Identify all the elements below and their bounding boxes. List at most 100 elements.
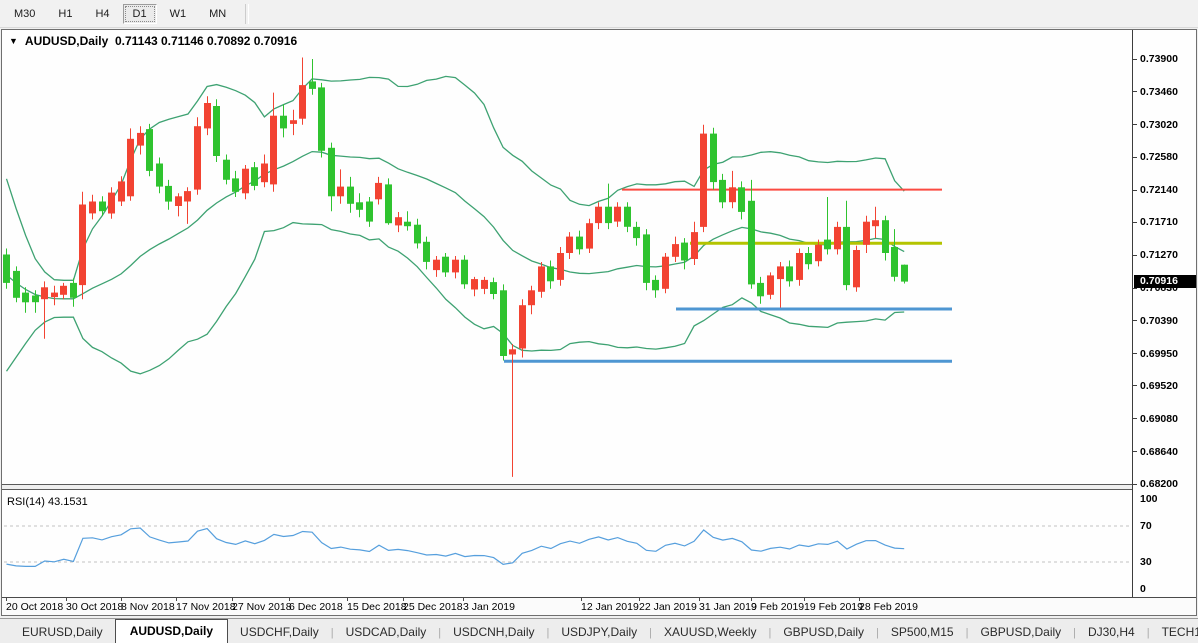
candle-body — [318, 87, 325, 150]
symbol-tab-dj30[interactable]: DJ30,H4 — [1076, 621, 1147, 643]
candle-body — [270, 116, 277, 185]
candle-body — [366, 202, 373, 222]
candle-body — [815, 245, 822, 261]
candle-body — [395, 217, 402, 225]
price-tick-mark — [1133, 320, 1137, 321]
candle-body — [719, 180, 726, 202]
rsi-indicator-label: RSI(14) 43.1531 — [7, 496, 88, 508]
candle-body — [261, 164, 268, 183]
date-tick-label: 20 Oct 2018 — [6, 601, 63, 613]
candle-body — [547, 266, 554, 281]
price-tick-mark — [1133, 59, 1137, 60]
timeframe-button-m30[interactable]: M30 — [4, 4, 45, 24]
candle-body — [299, 85, 306, 119]
candle-body — [79, 205, 86, 286]
price-tick-mark — [1133, 157, 1137, 158]
candle-body — [729, 187, 736, 202]
candle-body — [872, 220, 879, 226]
price-axis[interactable]: 0.739000.734600.730200.725800.721400.717… — [1132, 30, 1196, 597]
price-tick-mark — [1133, 124, 1137, 125]
candle-body — [805, 253, 812, 264]
candle-body — [605, 207, 612, 223]
candle-body — [796, 253, 803, 280]
candle-body — [471, 279, 478, 289]
price-tick-mark — [1133, 255, 1137, 256]
symbol-tab-gbpusd[interactable]: GBPUSD,Daily — [968, 621, 1073, 643]
candle-body — [891, 247, 898, 277]
timeframe-button-w1[interactable]: W1 — [160, 4, 197, 24]
price-tick-label: 0.72140 — [1140, 184, 1178, 196]
price-tick-label: 0.68640 — [1140, 446, 1178, 458]
symbol-name: AUDUSD,Daily — [25, 34, 108, 48]
price-tick-mark — [1133, 418, 1137, 419]
price-tick-mark — [1133, 222, 1137, 223]
candle-body — [127, 139, 134, 197]
candle-body — [70, 283, 77, 298]
date-tick-label: 19 Feb 2019 — [804, 601, 863, 613]
candle-body — [385, 184, 392, 223]
price-tick-label: 0.69950 — [1140, 348, 1178, 360]
candle-body — [652, 280, 659, 290]
candle-body — [232, 178, 239, 191]
symbol-tab-eurusd[interactable]: EURUSD,Daily — [10, 621, 115, 643]
candle-body — [595, 207, 602, 223]
candle-body — [662, 257, 669, 289]
timeframe-button-h1[interactable]: H1 — [48, 4, 82, 24]
symbol-dropdown-icon[interactable]: ▼ — [9, 36, 18, 46]
candle-body — [853, 250, 860, 287]
price-tick-mark — [1133, 353, 1137, 354]
price-tick-label: 0.73900 — [1140, 53, 1178, 65]
candle-body — [32, 296, 39, 303]
candle-body — [375, 183, 382, 199]
symbol-tab-gbpusd[interactable]: GBPUSD,Daily — [771, 621, 876, 643]
date-tick-label: 3 Jan 2019 — [463, 601, 515, 613]
chart-canvas[interactable] — [2, 30, 1132, 597]
candle-body — [481, 280, 488, 289]
price-tick-label: 0.71710 — [1140, 216, 1178, 228]
ohlc-values: 0.71143 0.71146 0.70892 0.70916 — [115, 34, 297, 48]
symbol-tab-audusd-active[interactable]: AUDUSD,Daily — [115, 619, 228, 643]
candle-body — [834, 227, 841, 249]
candle-body — [738, 187, 745, 212]
candle-body — [748, 201, 755, 285]
symbol-tab-usdcad[interactable]: USDCAD,Daily — [334, 621, 439, 643]
candle-body — [309, 81, 316, 89]
date-axis[interactable]: 20 Oct 201830 Oct 20188 Nov 201817 Nov 2… — [2, 597, 1196, 615]
symbol-tab-tech100[interactable]: TECH100, — [1150, 621, 1198, 643]
date-tick-label: 22 Jan 2019 — [639, 601, 697, 613]
timeframe-button-h4[interactable]: H4 — [85, 4, 119, 24]
main-pane[interactable] — [3, 58, 952, 477]
symbol-tab-usdcnh[interactable]: USDCNH,Daily — [441, 621, 546, 643]
symbol-tab-usdjpy[interactable]: USDJPY,Daily — [549, 621, 649, 643]
candle-body — [786, 266, 793, 281]
candle-body — [681, 243, 688, 261]
symbol-ohlc-header: ▼ AUDUSD,Daily 0.71143 0.71146 0.70892 0.… — [9, 34, 297, 48]
symbol-tab-usdchf[interactable]: USDCHF,Daily — [228, 621, 331, 643]
candle-body — [423, 242, 430, 262]
timeframe-button-mn[interactable]: MN — [199, 4, 236, 24]
rsi-pane[interactable] — [4, 526, 1132, 566]
candle-body — [213, 106, 220, 156]
candle-body — [757, 283, 764, 296]
date-tick-label: 27 Nov 2018 — [232, 601, 292, 613]
rsi-tick-label: 100 — [1140, 493, 1158, 505]
candle-body — [328, 148, 335, 197]
candle-body — [89, 202, 96, 214]
price-tick-label: 0.69080 — [1140, 413, 1178, 425]
date-tick-label: 6 Dec 2018 — [289, 601, 343, 613]
candle-body — [643, 234, 650, 283]
candle-body — [624, 207, 631, 227]
price-tick-label: 0.68200 — [1140, 478, 1178, 490]
candle-body — [586, 223, 593, 248]
candle-body — [356, 202, 363, 210]
candle-body — [576, 237, 583, 250]
price-tick-mark — [1133, 91, 1137, 92]
candle-body — [882, 220, 889, 253]
candle-body — [204, 103, 211, 128]
timeframe-button-d1[interactable]: D1 — [123, 4, 157, 24]
candle-body — [3, 255, 10, 283]
rsi-tick-label: 30 — [1140, 556, 1152, 568]
symbol-tab-sp500[interactable]: SP500,M15 — [879, 621, 966, 643]
candle-body — [509, 349, 516, 354]
symbol-tab-xauusd[interactable]: XAUUSD,Weekly — [652, 621, 768, 643]
